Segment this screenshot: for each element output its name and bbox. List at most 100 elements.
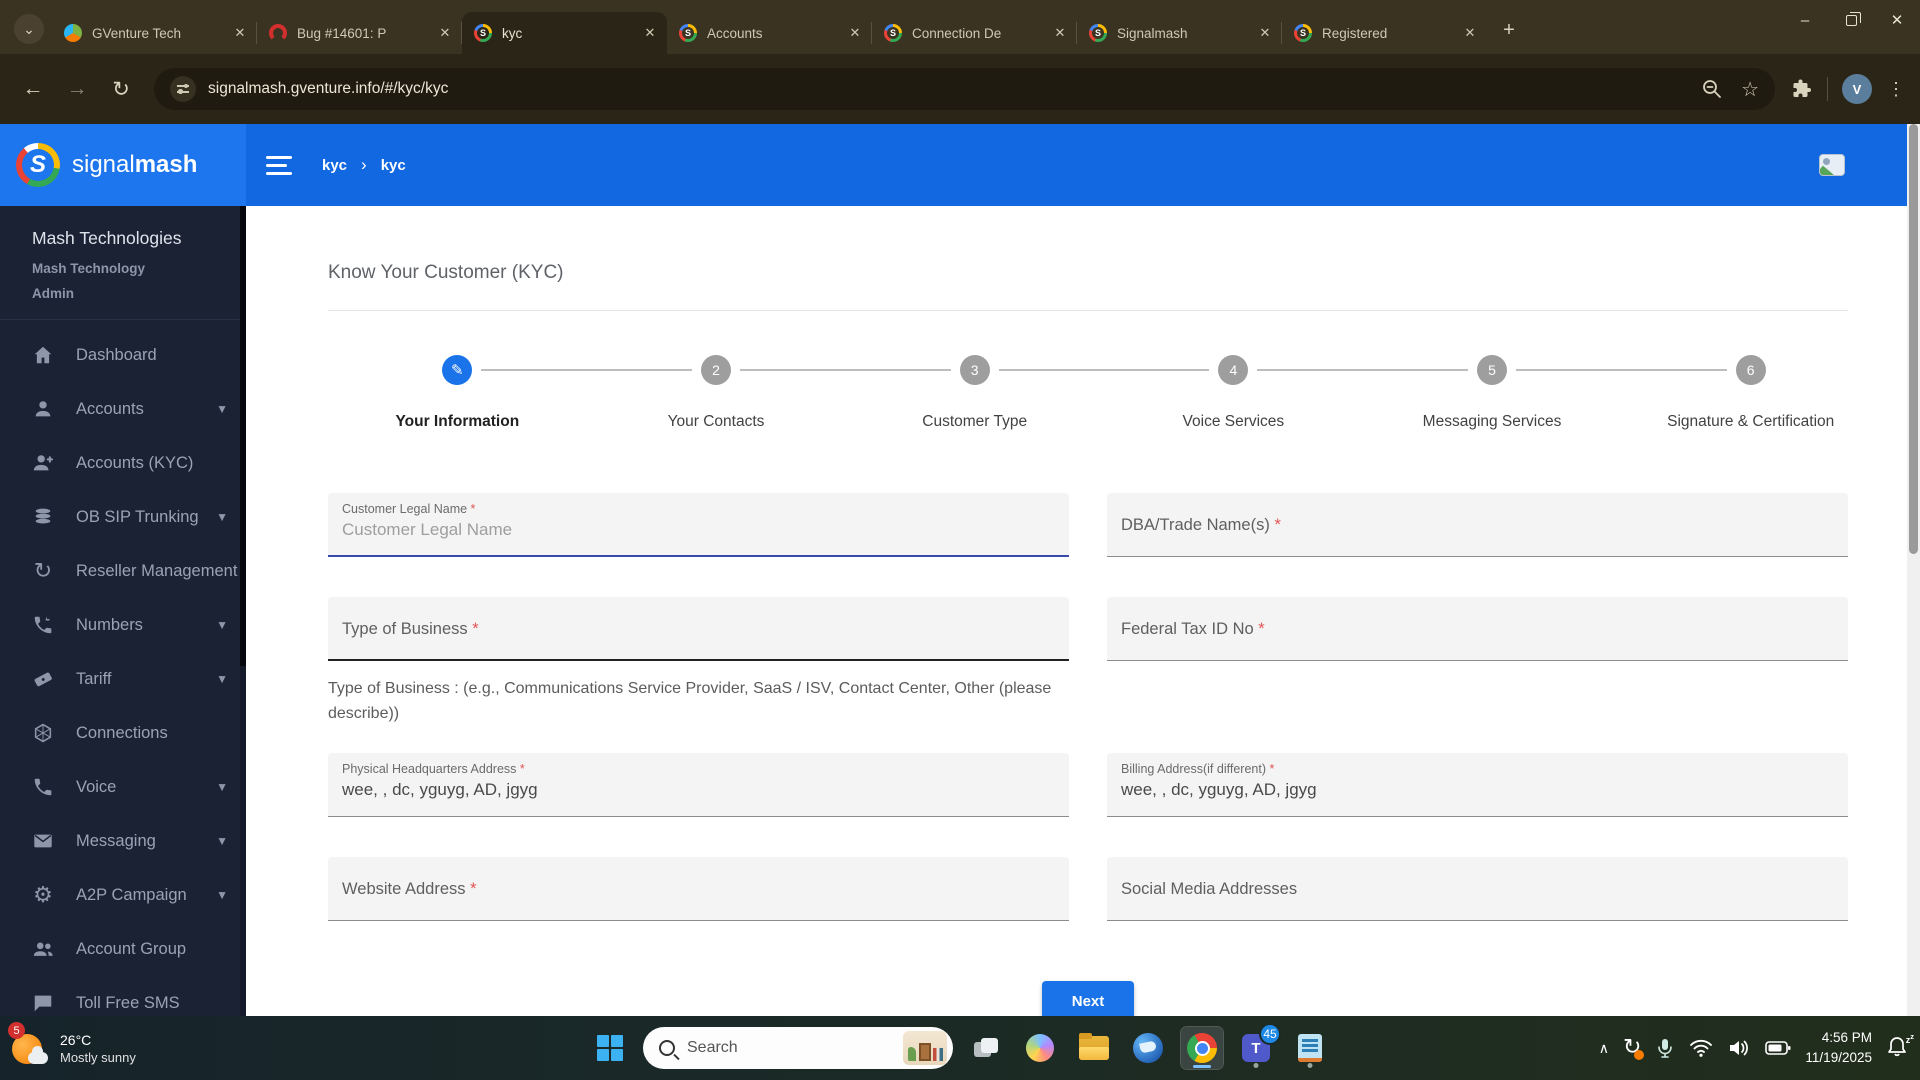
org-subtitle: Mash Technology bbox=[32, 261, 146, 276]
step-signature-certification[interactable]: 6 Signature & Certification bbox=[1621, 355, 1880, 431]
tab-title: Accounts bbox=[707, 25, 763, 41]
type-of-business-field[interactable]: Type of Business * bbox=[328, 597, 1069, 661]
site-settings-icon[interactable] bbox=[170, 76, 196, 102]
tab-close-icon[interactable]: ✕ bbox=[1461, 24, 1479, 42]
tray-expand-icon[interactable]: ∧ bbox=[1599, 1040, 1609, 1057]
extensions-icon[interactable] bbox=[1789, 77, 1813, 101]
wifi-icon[interactable] bbox=[1689, 1038, 1713, 1058]
weather-widget[interactable]: 5 26°C Mostly sunny bbox=[8, 1022, 136, 1068]
browser-menu-icon[interactable]: ⋮ bbox=[1886, 79, 1906, 100]
file-explorer-button[interactable] bbox=[1073, 1027, 1115, 1069]
copilot-button[interactable] bbox=[1019, 1027, 1061, 1069]
chat-icon bbox=[34, 995, 52, 1012]
tab-close-icon[interactable]: ✕ bbox=[436, 24, 454, 42]
restore-button[interactable] bbox=[1828, 0, 1874, 40]
tab-gventure[interactable]: GVenture Tech ✕ bbox=[52, 12, 257, 54]
sidebar-item-connections[interactable]: Connections bbox=[0, 706, 246, 760]
tab-close-icon[interactable]: ✕ bbox=[1256, 24, 1274, 42]
taskbar-clock[interactable]: 4:56 PM 11/19/2025 bbox=[1805, 1028, 1872, 1069]
task-view-button[interactable] bbox=[965, 1027, 1007, 1069]
battery-icon[interactable] bbox=[1765, 1039, 1791, 1057]
search-highlight-image[interactable] bbox=[903, 1031, 947, 1065]
forward-button[interactable]: → bbox=[58, 70, 96, 108]
hq-address-field[interactable]: Physical Headquarters Address * wee, , d… bbox=[328, 752, 1069, 817]
kyc-form: Customer Legal Name * Customer Legal Nam… bbox=[328, 493, 1848, 1016]
taskbar-search[interactable]: Search bbox=[643, 1027, 953, 1069]
sidebar-item-toll-free-sms[interactable]: Toll Free SMS bbox=[0, 976, 246, 1016]
start-button[interactable] bbox=[589, 1027, 631, 1069]
sidebar-item-account-group[interactable]: Account Group bbox=[0, 922, 246, 976]
chrome-button-active[interactable] bbox=[1180, 1026, 1224, 1070]
notepad-icon bbox=[1298, 1034, 1322, 1062]
tab-registered[interactable]: Registered ✕ bbox=[1282, 12, 1487, 54]
step-messaging-services[interactable]: 5 Messaging Services bbox=[1363, 355, 1727, 431]
step-customer-type[interactable]: 3 Customer Type bbox=[845, 355, 1210, 431]
file-explorer-icon bbox=[1079, 1033, 1109, 1060]
reload-button[interactable]: ↻ bbox=[102, 70, 140, 108]
org-role: Admin bbox=[32, 286, 74, 301]
broken-avatar-image-icon[interactable] bbox=[1819, 154, 1845, 176]
billing-address-field[interactable]: Billing Address(if different) * wee, , d… bbox=[1107, 752, 1848, 817]
close-window-button[interactable]: ✕ bbox=[1874, 0, 1920, 40]
tab-close-icon[interactable]: ✕ bbox=[1051, 24, 1069, 42]
hamburger-menu-icon[interactable] bbox=[266, 155, 292, 175]
windows-taskbar: 5 26°C Mostly sunny Search T 45 ∧ ↻ 4:56… bbox=[0, 1016, 1920, 1080]
dba-trade-name-field[interactable]: DBA/Trade Name(s) * bbox=[1107, 493, 1848, 557]
breadcrumb-kyc[interactable]: kyc bbox=[322, 157, 347, 174]
step-voice-services[interactable]: 4 Voice Services bbox=[1104, 355, 1469, 431]
sidebar-item-ob-sip-trunking[interactable]: OB SIP Trunking ▼ bbox=[0, 490, 246, 544]
breadcrumb-kyc-2[interactable]: kyc bbox=[381, 157, 406, 174]
teams-button[interactable]: T 45 bbox=[1235, 1023, 1281, 1069]
social-media-field[interactable]: Social Media Addresses bbox=[1107, 856, 1848, 921]
customer-legal-name-placeholder: Customer Legal Name bbox=[342, 520, 513, 539]
sidebar: S signalmash Mash Technologies Mash Tech… bbox=[0, 124, 246, 1016]
notepad-button[interactable] bbox=[1289, 1027, 1331, 1069]
tab-close-icon[interactable]: ✕ bbox=[231, 24, 249, 42]
sidebar-item-accounts-kyc[interactable]: Accounts (KYC) bbox=[0, 436, 246, 490]
toolbar-right: V ⋮ bbox=[1789, 74, 1906, 104]
app-header: kyc › kyc bbox=[246, 124, 1920, 206]
sidebar-item-a2p-campaign[interactable]: ⚙ A2P Campaign ▼ bbox=[0, 868, 246, 922]
tab-accounts[interactable]: Accounts ✕ bbox=[667, 12, 872, 54]
bookmark-star-icon[interactable]: ☆ bbox=[1741, 77, 1759, 102]
next-button[interactable]: Next bbox=[1041, 980, 1135, 1016]
sidebar-item-messaging[interactable]: Messaging ▼ bbox=[0, 814, 246, 868]
website-address-field[interactable]: Website Address * bbox=[328, 856, 1069, 921]
federal-tax-id-field[interactable]: Federal Tax ID No * bbox=[1107, 597, 1848, 661]
minimize-button[interactable]: – bbox=[1782, 0, 1828, 40]
chevron-down-icon: ▼ bbox=[216, 618, 228, 632]
tab-connection[interactable]: Connection De ✕ bbox=[872, 12, 1077, 54]
zoom-out-icon[interactable] bbox=[1701, 78, 1723, 100]
page-scrollbar-thumb[interactable] bbox=[1909, 124, 1918, 554]
gventure-favicon-icon bbox=[64, 24, 82, 42]
tab-bug[interactable]: Bug #14601: P ✕ bbox=[257, 12, 462, 54]
sidebar-item-dashboard[interactable]: Dashboard bbox=[0, 328, 246, 382]
microphone-icon[interactable] bbox=[1655, 1037, 1675, 1059]
sidebar-item-voice[interactable]: Voice ▼ bbox=[0, 760, 246, 814]
sidebar-item-tariff[interactable]: Tariff ▼ bbox=[0, 652, 246, 706]
notification-bell-icon[interactable]: zz bbox=[1886, 1032, 1914, 1061]
back-button[interactable]: ← bbox=[14, 70, 52, 108]
customer-legal-name-field[interactable]: Customer Legal Name * Customer Legal Nam… bbox=[328, 493, 1069, 557]
tab-close-icon[interactable]: ✕ bbox=[641, 24, 659, 42]
tab-signalmash[interactable]: Signalmash ✕ bbox=[1077, 12, 1282, 54]
sidebar-item-accounts[interactable]: Accounts ▼ bbox=[0, 382, 246, 436]
address-bar[interactable]: signalmash.gventure.info/#/kyc/kyc ☆ bbox=[154, 68, 1775, 110]
chrome-active-indicator bbox=[1193, 1064, 1211, 1068]
person-icon bbox=[35, 401, 51, 417]
thunderbird-button[interactable] bbox=[1127, 1027, 1169, 1069]
update-sync-icon[interactable]: ↻ bbox=[1623, 1036, 1645, 1060]
page-scrollbar[interactable] bbox=[1907, 124, 1920, 1016]
step-your-contacts[interactable]: 2 Your Contacts bbox=[587, 355, 951, 431]
sidebar-item-numbers[interactable]: Numbers ▼ bbox=[0, 598, 246, 652]
url-text[interactable]: signalmash.gventure.info/#/kyc/kyc bbox=[208, 80, 448, 98]
tab-kyc-active[interactable]: kyc ✕ bbox=[462, 12, 667, 54]
sidebar-item-reseller-management[interactable]: ↻ Reseller Management ▼ bbox=[0, 544, 246, 598]
tab-search-button[interactable]: ⌄ bbox=[14, 14, 44, 44]
step-your-information[interactable]: ✎ Your Information bbox=[328, 355, 692, 431]
volume-icon[interactable] bbox=[1727, 1038, 1751, 1058]
profile-avatar[interactable]: V bbox=[1842, 74, 1872, 104]
tab-close-icon[interactable]: ✕ bbox=[846, 24, 864, 42]
new-tab-button[interactable]: + bbox=[1495, 16, 1523, 44]
envelope-icon bbox=[34, 834, 52, 848]
